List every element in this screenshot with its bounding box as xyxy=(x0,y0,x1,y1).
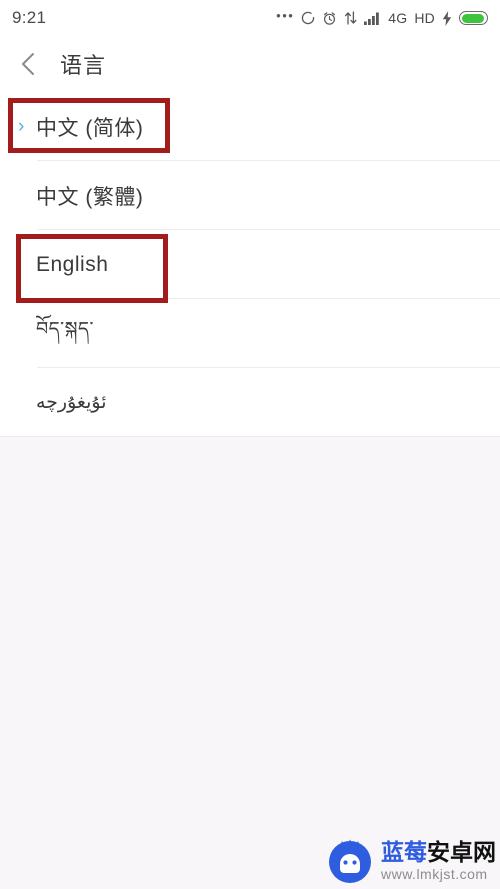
watermark-site-name-blue: 蓝莓 xyxy=(381,839,427,865)
list-item-label: 中文 (简体) xyxy=(36,116,144,140)
list-item-label: ئۇيغۇرچە xyxy=(36,392,107,413)
page-title: 语言 xyxy=(60,53,107,78)
status-bar: 9:21 ••• 4G HD xyxy=(0,0,500,36)
back-chevron-icon[interactable] xyxy=(14,49,44,79)
battery-fill xyxy=(461,13,484,23)
data-transfer-icon xyxy=(344,11,357,25)
app-bar: 语言 xyxy=(0,36,500,92)
list-item-label: 中文 (繁體) xyxy=(36,185,144,209)
network-type-label: 4G xyxy=(388,10,408,26)
language-list: › 中文 (简体) › 中文 (繁體) › English › བོད་སྐད་… xyxy=(0,92,500,437)
watermark-site-name: 蓝莓安卓网 xyxy=(381,841,496,864)
list-bottom-edge xyxy=(0,436,500,437)
chevron-placeholder-icon: › xyxy=(18,255,34,274)
selected-chevron-icon: › xyxy=(18,116,25,137)
list-item-tibetan[interactable]: › བོད་སྐད་ xyxy=(0,299,500,368)
list-item-chinese-traditional[interactable]: › 中文 (繁體) xyxy=(0,161,500,230)
alarm-clock-icon xyxy=(322,11,337,26)
signal-bars-icon xyxy=(364,12,381,25)
more-dots-icon: ••• xyxy=(276,8,295,23)
watermark-text: 蓝莓安卓网 www.lmkjst.com xyxy=(381,841,496,882)
list-item-uyghur[interactable]: › ئۇيغۇرچە xyxy=(0,368,500,437)
chevron-placeholder-icon: › xyxy=(18,324,34,343)
list-item-chinese-simplified[interactable]: › 中文 (简体) xyxy=(0,92,500,161)
list-item-english[interactable]: › English xyxy=(0,230,500,299)
chevron-placeholder-icon: › xyxy=(18,186,34,205)
status-bar-clock: 9:21 xyxy=(12,8,47,27)
site-logo-icon xyxy=(326,837,374,885)
chevron-placeholder-icon: › xyxy=(18,393,34,412)
phone-screen: 9:21 ••• 4G HD 语言 › 中文 (简体) 中文 (繁體) Engl… xyxy=(0,0,500,889)
hd-voice-label: HD xyxy=(414,10,435,26)
charging-bolt-icon xyxy=(442,10,452,26)
battery-icon xyxy=(459,11,488,25)
list-item-label: English xyxy=(36,252,109,276)
list-item-label: བོད་སྐད་ xyxy=(36,318,94,340)
status-bar-icons: ••• 4G HD xyxy=(276,9,488,27)
watermark-url: www.lmkjst.com xyxy=(381,866,488,882)
do-not-disturb-icon xyxy=(301,11,315,25)
watermark: 蓝莓安卓网 www.lmkjst.com xyxy=(326,837,496,885)
watermark-site-name-black: 安卓网 xyxy=(427,839,496,865)
